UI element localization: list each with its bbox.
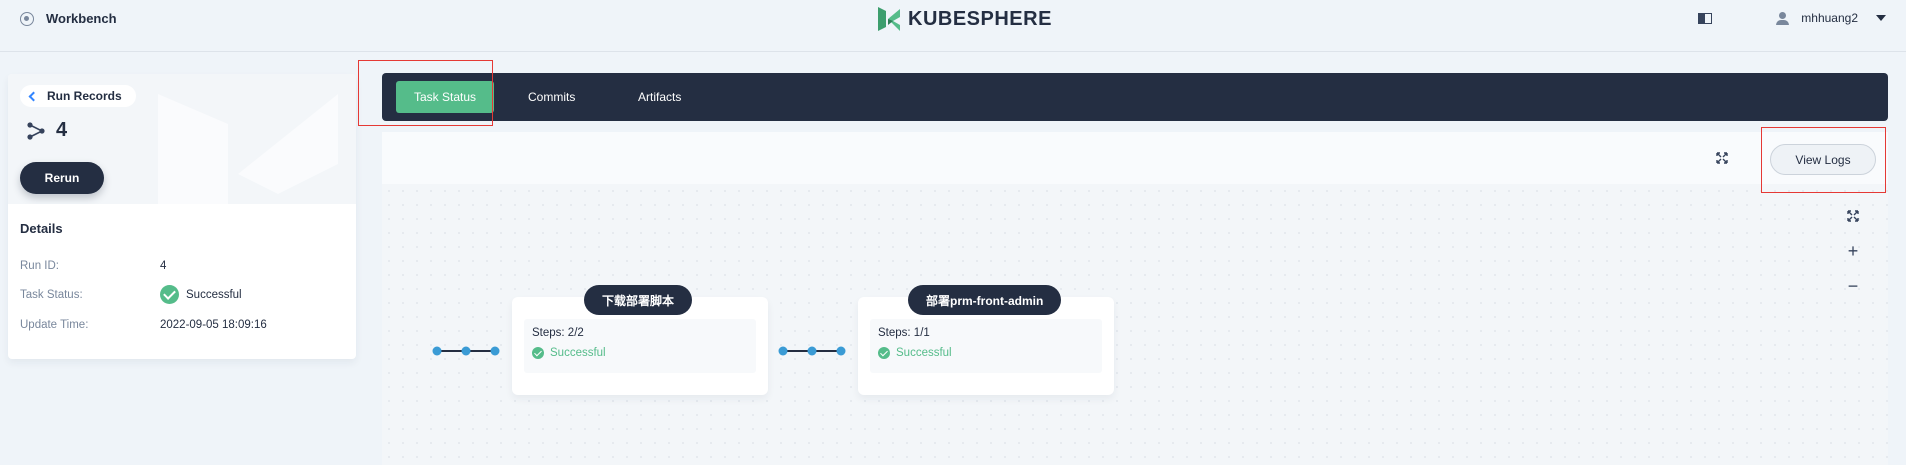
user-area: mhhuang2 <box>1698 11 1886 25</box>
top-bar: Workbench KUBESPHERE mhhuang2 <box>0 0 1906 52</box>
stage-status: Successful <box>532 347 748 359</box>
canvas-fullscreen-icon[interactable] <box>1847 210 1859 222</box>
rerun-button[interactable]: Rerun <box>20 162 104 194</box>
stage-name-pill[interactable]: 部署prm-front-admin <box>908 285 1062 315</box>
run-title: 4 <box>26 119 67 142</box>
workbench-label: Workbench <box>46 11 117 26</box>
tab-artifacts[interactable]: Artifacts <box>620 81 699 113</box>
success-check-icon <box>878 347 890 359</box>
log-toolbar <box>382 132 1888 184</box>
pipeline-icon <box>27 121 45 140</box>
success-check-icon <box>532 347 544 359</box>
workbench-icon <box>20 11 34 26</box>
pipeline-connector-start <box>432 346 500 356</box>
stage-name-pill[interactable]: 下载部署脚本 <box>584 285 693 315</box>
zoom-in-button[interactable]: + <box>1843 241 1863 261</box>
stage-status-text: Successful <box>896 347 952 359</box>
detail-key: Update Time: <box>20 319 89 331</box>
kubesphere-logo[interactable]: KUBESPHERE <box>876 5 1052 33</box>
detail-value: 4 <box>160 260 167 272</box>
username[interactable]: mhhuang2 <box>1801 11 1858 25</box>
stage-step-summary: Steps: 2/2 Successful <box>524 319 756 373</box>
success-check-icon <box>160 285 179 304</box>
run-header: Run Records 4 Rerun <box>8 74 356 204</box>
stage-status-text: Successful <box>550 347 606 359</box>
pipeline-watermark-icon <box>158 94 338 204</box>
run-number: 4 <box>56 119 68 141</box>
run-detail-panel: Run Records 4 Rerun Details Run ID: 4 Ta… <box>8 74 356 359</box>
stage-step-summary: Steps: 1/1 Successful <box>870 319 1102 373</box>
back-to-run-records-button[interactable]: Run Records <box>20 85 136 107</box>
detail-row-task-status: Task Status: Successful <box>20 285 242 304</box>
user-icon <box>1776 11 1790 25</box>
chevron-down-icon[interactable] <box>1876 15 1886 21</box>
details-title: Details <box>20 221 63 236</box>
stage-status: Successful <box>878 347 1094 359</box>
detail-value: 2022-09-05 18:09:16 <box>160 319 267 331</box>
detail-row-update-time: Update Time: 2022-09-05 18:09:16 <box>20 319 267 331</box>
workbench-link[interactable]: Workbench <box>20 11 117 26</box>
stage-steps: Steps: 2/2 <box>532 327 584 339</box>
tab-task-status[interactable]: Task Status <box>396 81 495 113</box>
zoom-out-button[interactable]: − <box>1843 276 1863 296</box>
detail-value-wrap: Successful <box>160 285 242 304</box>
detail-row-run-id: Run ID: 4 <box>20 260 166 272</box>
stage-steps: Steps: 1/1 <box>878 327 930 339</box>
kubesphere-logo-icon <box>878 7 900 31</box>
layout-toggle-icon[interactable] <box>1698 12 1713 24</box>
detail-key: Task Status: <box>20 288 83 301</box>
detail-key: Run ID: <box>20 260 59 272</box>
view-logs-button[interactable]: View Logs <box>1770 144 1876 175</box>
fullscreen-icon[interactable] <box>1716 152 1728 164</box>
chevron-left-icon <box>28 91 39 102</box>
back-label: Run Records <box>47 89 122 103</box>
pipeline-connector-middle <box>778 346 846 356</box>
logo-text: KUBESPHERE <box>908 7 1052 30</box>
detail-value: Successful <box>186 288 242 301</box>
tabs-bar: Task Status Commits Artifacts <box>382 73 1888 121</box>
tab-commits[interactable]: Commits <box>510 81 593 113</box>
